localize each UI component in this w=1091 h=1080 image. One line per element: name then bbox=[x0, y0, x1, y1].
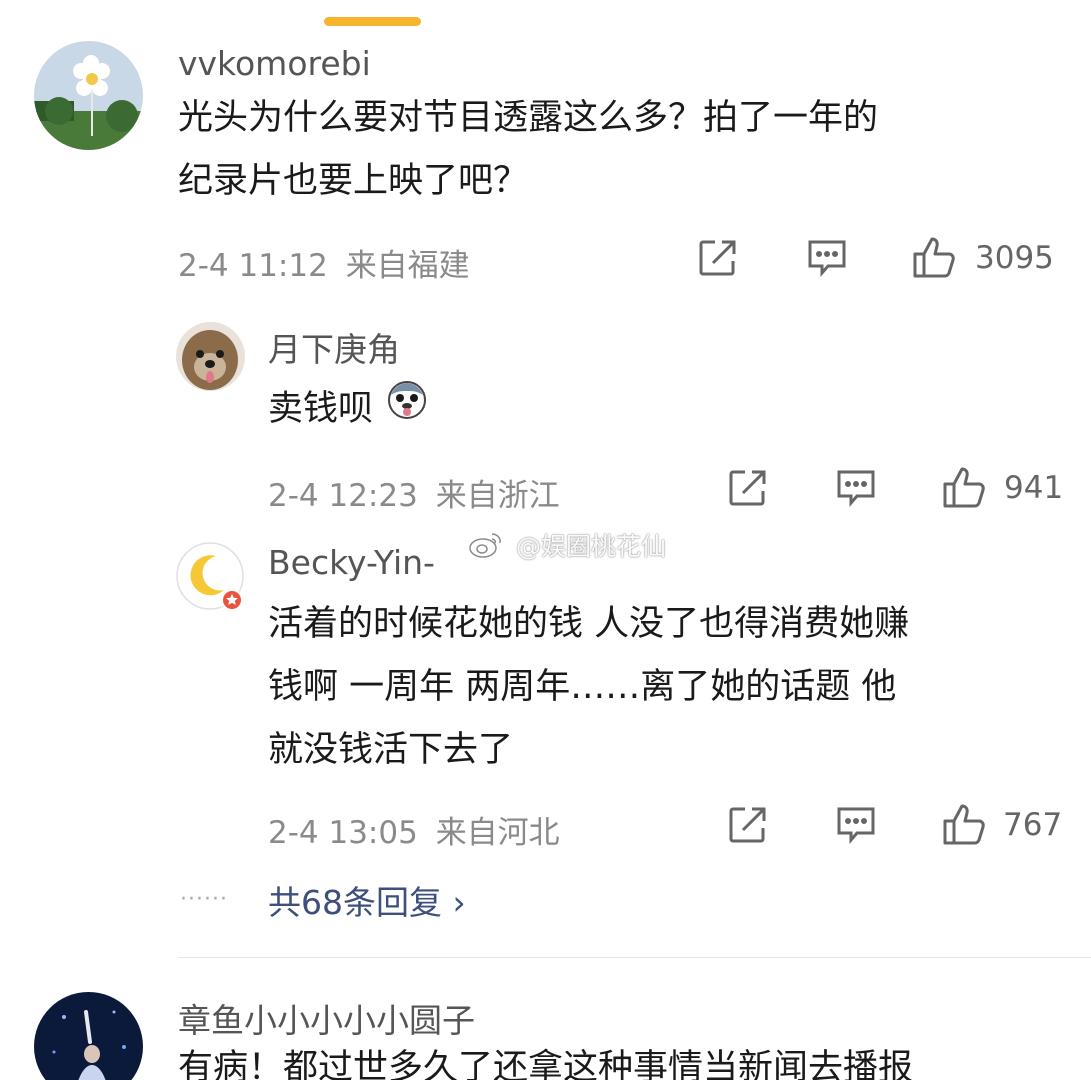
comment-icon[interactable] bbox=[835, 468, 877, 508]
comment-meta: 2-4 11:12 来自福建 bbox=[178, 240, 470, 285]
timestamp: 2-4 12:23 bbox=[268, 478, 418, 514]
comment-icon[interactable] bbox=[835, 805, 877, 845]
comment-text: 有病！都过世多久了还拿这种事情当新闻去播报 bbox=[178, 1037, 913, 1080]
drag-handle[interactable] bbox=[324, 17, 421, 26]
comment-text: 卖钱呗 bbox=[268, 378, 428, 442]
share-icon[interactable] bbox=[697, 237, 739, 279]
like-icon[interactable] bbox=[941, 465, 987, 509]
comment-text: 活着的时候花她的钱 人没了也得消费她赚 钱啊 一周年 两周年……离了她的话题 他… bbox=[268, 593, 909, 782]
avatar[interactable] bbox=[176, 322, 245, 391]
like-count: 941 bbox=[1004, 470, 1064, 506]
comment-line: 活着的时候花她的钱 人没了也得消费她赚 bbox=[268, 604, 910, 644]
comment-meta: 2-4 13:05 来自河北 bbox=[268, 807, 560, 852]
doge-emoji bbox=[386, 379, 428, 442]
like-icon[interactable] bbox=[941, 802, 987, 846]
comment-line: 有病！都过世多久了还拿这种事情当新闻去播报 bbox=[178, 1048, 914, 1080]
comment-line: 卖钱呗 bbox=[268, 389, 374, 429]
comment-line: 就没钱活下去了 bbox=[268, 730, 514, 770]
username[interactable]: vvkomorebi bbox=[178, 44, 371, 83]
watermark: @娱圈桃花仙 bbox=[468, 527, 666, 565]
like-count: 3095 bbox=[975, 240, 1054, 276]
comment-text: 光头为什么要对节目透露这么多？拍了一年的 纪录片也要上映了吧？ bbox=[178, 87, 878, 213]
location: 来自河北 bbox=[435, 815, 560, 851]
comment-line: 钱啊 一周年 两周年……离了她的话题 他 bbox=[268, 667, 897, 707]
comment-icon[interactable] bbox=[806, 238, 848, 278]
like-icon[interactable] bbox=[911, 235, 957, 279]
share-icon[interactable] bbox=[727, 467, 769, 509]
divider bbox=[178, 957, 1091, 958]
thread-dots: ······ bbox=[180, 887, 228, 912]
watermark-text: @娱圈桃花仙 bbox=[515, 532, 666, 561]
location: 来自浙江 bbox=[435, 478, 560, 514]
view-replies-link[interactable]: 共68条回复 › bbox=[268, 876, 466, 924]
share-icon[interactable] bbox=[727, 804, 769, 846]
username[interactable]: 月下庚角 bbox=[268, 323, 400, 371]
username[interactable]: Becky-Yin- bbox=[268, 543, 435, 582]
comment-meta: 2-4 12:23 来自浙江 bbox=[268, 470, 560, 515]
avatar[interactable] bbox=[34, 992, 143, 1080]
weibo-logo-icon bbox=[468, 531, 504, 565]
comment-line: 光头为什么要对节目透露这么多？拍了一年的 bbox=[178, 98, 879, 138]
comment-line: 纪录片也要上映了吧？ bbox=[178, 161, 529, 201]
location: 来自福建 bbox=[345, 248, 470, 284]
avatar[interactable] bbox=[176, 542, 245, 611]
timestamp: 2-4 13:05 bbox=[268, 815, 418, 851]
like-count: 767 bbox=[1003, 807, 1063, 843]
timestamp: 2-4 11:12 bbox=[178, 248, 328, 284]
avatar[interactable] bbox=[34, 41, 143, 150]
username[interactable]: 章鱼小小小小小圆子 bbox=[178, 994, 475, 1042]
